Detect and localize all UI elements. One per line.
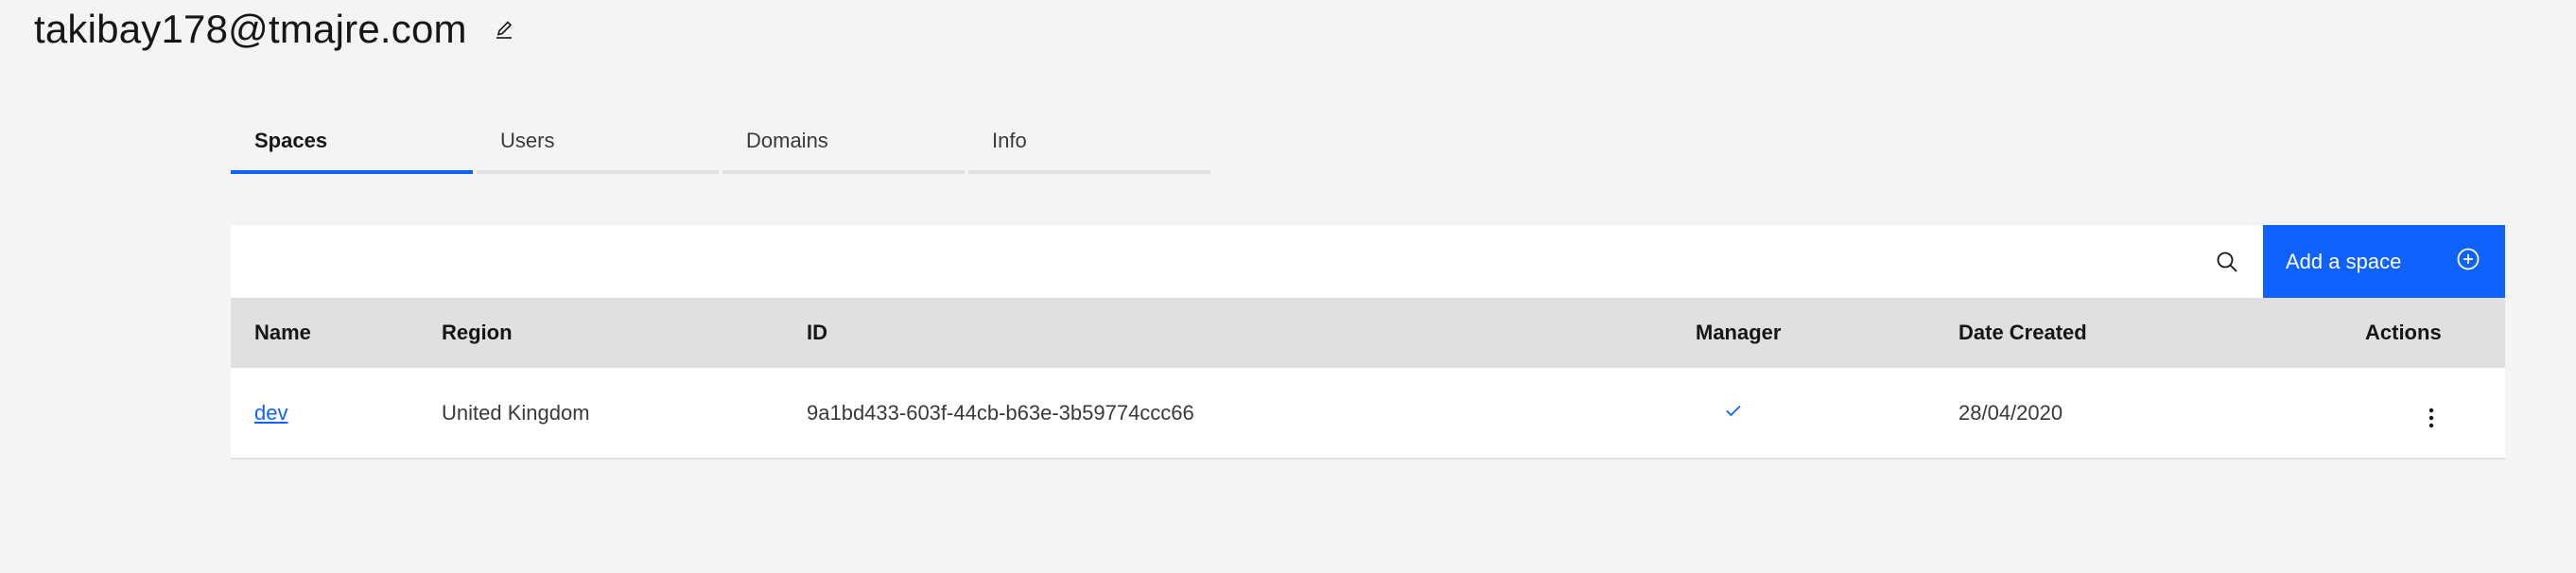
- space-name-link[interactable]: dev: [254, 401, 287, 425]
- cell-actions: [2365, 368, 2505, 459]
- cell-date-created: 28/04/2020: [1958, 400, 2063, 425]
- edit-icon[interactable]: [492, 18, 516, 43]
- table-toolbar: Add a space: [231, 225, 2505, 298]
- cell-id: 9a1bd433-603f-44cb-b63e-3b59774ccc66: [807, 400, 1194, 425]
- column-header-id[interactable]: ID: [807, 298, 1696, 368]
- column-header-region[interactable]: Region: [442, 298, 807, 368]
- spaces-table: Name Region ID Manager Date Created Acti…: [231, 298, 2505, 460]
- column-header-actions: Actions: [2365, 321, 2442, 344]
- column-header-date-created[interactable]: Date Created: [1958, 298, 2365, 368]
- overflow-menu-icon[interactable]: [2420, 399, 2443, 437]
- tab-info[interactable]: Info: [968, 112, 1210, 174]
- add-circle-icon: [2456, 247, 2480, 277]
- column-header-manager[interactable]: Manager: [1696, 298, 1958, 368]
- search-icon[interactable]: [2190, 225, 2263, 298]
- add-space-button[interactable]: Add a space: [2263, 225, 2505, 298]
- cell-region: United Kingdom: [442, 400, 590, 425]
- page-header: takibay178@tmajre.com: [34, 2, 516, 57]
- add-space-label: Add a space: [2286, 249, 2402, 273]
- tab-list: Spaces Users Domains Info: [231, 112, 1210, 174]
- tab-users[interactable]: Users: [477, 112, 719, 174]
- page-title: takibay178@tmajre.com: [34, 7, 467, 51]
- checkmark-icon: [1722, 399, 1745, 422]
- column-header-name[interactable]: Name: [231, 298, 442, 368]
- cell-name: dev: [231, 368, 442, 459]
- table-row: dev United Kingdom 9a1bd433-603f-44cb-b6…: [231, 368, 2505, 459]
- table-header-row: Name Region ID Manager Date Created Acti…: [231, 298, 2505, 368]
- tab-domains[interactable]: Domains: [722, 112, 965, 174]
- cell-manager: [1696, 368, 1958, 459]
- tab-spaces[interactable]: Spaces: [231, 112, 473, 174]
